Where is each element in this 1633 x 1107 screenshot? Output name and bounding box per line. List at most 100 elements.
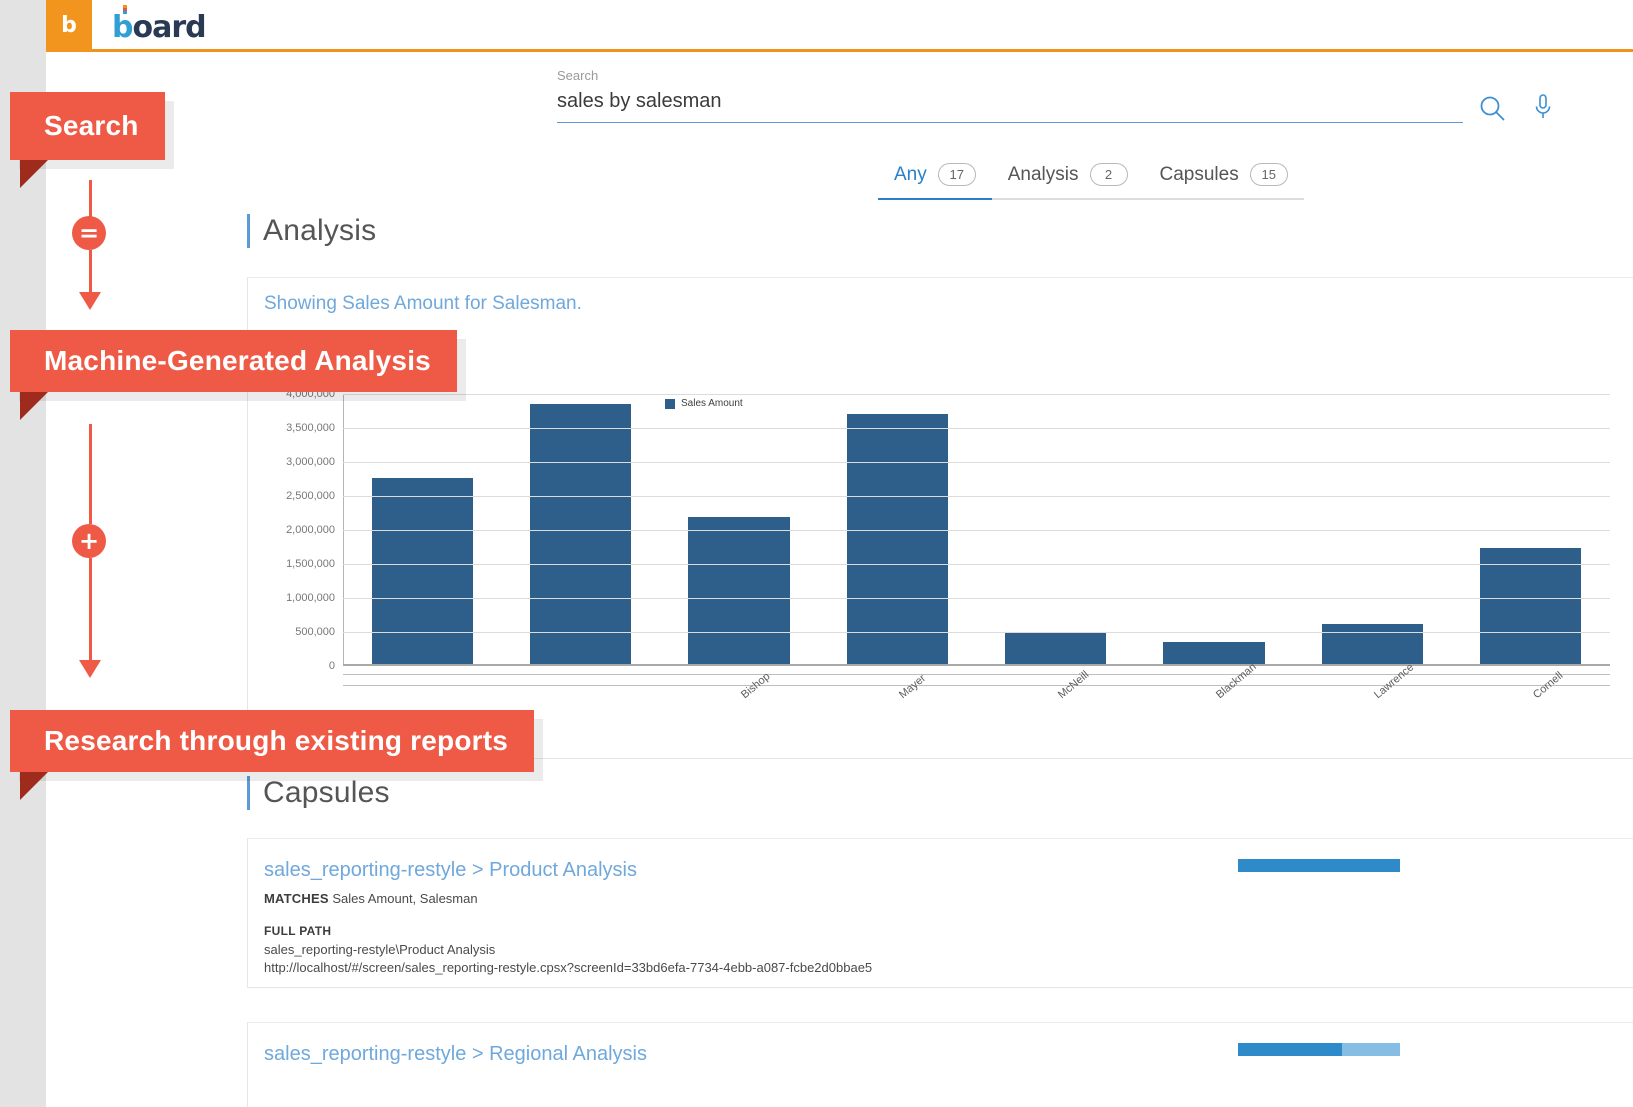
annotation-arrow-line bbox=[89, 424, 92, 524]
chart-x-axis bbox=[343, 664, 1610, 666]
annotation-arrowhead-icon bbox=[79, 660, 101, 678]
annotation-arrow-line bbox=[89, 250, 92, 298]
chart-bar[interactable] bbox=[1480, 548, 1582, 664]
chart-bar[interactable] bbox=[371, 478, 473, 664]
capsule-result-card[interactable]: sales_reporting-restyle > Regional Analy… bbox=[247, 1022, 1633, 1107]
chart-gridline bbox=[343, 394, 1610, 395]
chart-y-tick-label: 2,500,000 bbox=[286, 490, 335, 502]
app-logo-badge[interactable]: b bbox=[46, 0, 92, 52]
chart-gridline bbox=[343, 496, 1610, 497]
microphone-icon[interactable] bbox=[1530, 92, 1556, 122]
chart-y-tick-label: 500,000 bbox=[295, 626, 335, 638]
annotation-fold-icon bbox=[20, 160, 48, 188]
annotation-arrow-line bbox=[89, 558, 92, 666]
chart-x-tick-cell: Mayer bbox=[818, 672, 976, 732]
chart-bar[interactable] bbox=[1005, 633, 1107, 664]
chart-x-tick-cell: Lawrence bbox=[1293, 661, 1451, 732]
annotation-banner-research-text: Research through existing reports bbox=[44, 725, 509, 756]
chart-bars bbox=[343, 394, 1610, 664]
chart-bar-cell bbox=[977, 394, 1135, 664]
result-filter-tabs: Any 17 Analysis 2 Capsules 15 bbox=[878, 163, 1304, 200]
annotation-arrowhead-icon bbox=[79, 292, 101, 310]
chart-bar-cell bbox=[818, 394, 976, 664]
annotation-fold-icon bbox=[20, 772, 48, 800]
chart-y-tick-label: 0 bbox=[328, 660, 335, 672]
plus-badge: + bbox=[72, 524, 106, 558]
plus-badge-glyph: + bbox=[78, 527, 100, 555]
chart-bar[interactable] bbox=[1321, 624, 1424, 664]
tab-any[interactable]: Any 17 bbox=[878, 163, 992, 200]
tab-capsules-label: Capsules bbox=[1159, 163, 1239, 185]
chart-bar-cell bbox=[501, 394, 659, 664]
chart-gridline bbox=[343, 632, 1610, 633]
equals-badge-glyph: = bbox=[78, 219, 100, 247]
chart-gridline bbox=[343, 598, 1610, 599]
annotation-banner-machine-generated-text: Machine-Generated Analysis bbox=[44, 345, 431, 376]
capsule-relevance-segment bbox=[1341, 1043, 1400, 1056]
chart-bar[interactable] bbox=[529, 403, 632, 664]
chart-y-tick-label: 1,000,000 bbox=[286, 592, 335, 604]
chart-x-tick-cell: Blackman bbox=[1135, 661, 1293, 732]
capsule-path: sales_reporting-restyle\Product Analysis bbox=[264, 942, 496, 957]
tab-capsules-count: 15 bbox=[1249, 163, 1288, 186]
capsule-relevance-segment bbox=[1238, 859, 1400, 872]
search-icon[interactable] bbox=[1478, 94, 1506, 122]
search-field-wrapper bbox=[557, 88, 1463, 123]
chart-gridline bbox=[343, 564, 1610, 565]
chart-y-tick-label: 3,000,000 bbox=[286, 456, 335, 468]
chart-gridline bbox=[343, 462, 1610, 463]
tab-analysis-count: 2 bbox=[1089, 163, 1128, 186]
brand-name: board bbox=[112, 9, 207, 45]
analysis-heading-text: Analysis bbox=[263, 214, 377, 247]
capsule-fullpath-label: FULL PATH bbox=[264, 924, 332, 938]
capsule-relevance-meter bbox=[1238, 859, 1400, 872]
equals-badge: = bbox=[72, 216, 106, 250]
brand-dot-icon bbox=[123, 4, 127, 14]
chart-x-tick-cell: Bishop bbox=[660, 670, 818, 732]
heading-accent-bar bbox=[247, 214, 250, 248]
tab-any-label: Any bbox=[894, 163, 927, 185]
chart-gridline bbox=[343, 428, 1610, 429]
chart-bar-cell bbox=[1293, 394, 1451, 664]
chart-plot-area: 0 500,000 1,000,000 1,500,000 2,000,000 2,500… bbox=[286, 388, 1610, 672]
logo-mark: b bbox=[61, 13, 77, 38]
annotation-banner-search-text: Search bbox=[44, 110, 139, 141]
capsule-matches: MATCHES Sales Amount, Salesman bbox=[264, 891, 478, 906]
chart-y-tick-label: 2,000,000 bbox=[286, 524, 335, 536]
chart-bar[interactable] bbox=[688, 516, 790, 664]
chart-gridline bbox=[343, 530, 1610, 531]
tab-analysis[interactable]: Analysis 2 bbox=[991, 163, 1144, 200]
capsules-heading-text: Capsules bbox=[263, 776, 390, 809]
chart-x-tick-cell: Cornell bbox=[1452, 670, 1610, 732]
annotation-fold-icon bbox=[20, 392, 48, 420]
chart-bar[interactable] bbox=[846, 414, 948, 664]
tab-analysis-label: Analysis bbox=[1007, 163, 1079, 185]
capsule-relevance-segment bbox=[1238, 1043, 1342, 1056]
capsule-title-link[interactable]: sales_reporting-restyle > Product Analys… bbox=[264, 859, 637, 882]
top-bar bbox=[46, 0, 1633, 52]
capsule-result-card[interactable]: sales_reporting-restyle > Product Analys… bbox=[247, 838, 1633, 988]
annotation-banner-machine-generated: Machine-Generated Analysis bbox=[10, 330, 457, 420]
chart-x-axis-band bbox=[343, 674, 1610, 686]
capsule-matches-label: MATCHES bbox=[264, 891, 329, 906]
chart-bar-cell bbox=[1452, 394, 1610, 664]
analysis-caption: Showing Sales Amount for Salesman. bbox=[264, 293, 582, 314]
capsule-matches-value: Sales Amount, Salesman bbox=[332, 891, 478, 906]
sales-by-salesman-bar-chart[interactable]: Sales Amount 0 500,000 1,000,000 1,500,000 2… bbox=[270, 386, 1610, 716]
search-input[interactable] bbox=[557, 88, 1463, 123]
tab-capsules[interactable]: Capsules 15 bbox=[1143, 163, 1304, 200]
chart-y-tick-label: 1,500,000 bbox=[286, 558, 335, 570]
chart-y-tick-label: 3,500,000 bbox=[286, 422, 335, 434]
capsule-url: http://localhost/#/screen/sales_reportin… bbox=[264, 960, 873, 975]
capsule-title-link[interactable]: sales_reporting-restyle > Regional Analy… bbox=[264, 1043, 647, 1066]
chart-x-tick-cell: McNeill bbox=[977, 669, 1135, 732]
analysis-section-heading: Analysis bbox=[247, 214, 376, 248]
chart-bar-cell bbox=[343, 394, 501, 664]
chart-bar-cell bbox=[1135, 394, 1293, 664]
capsule-relevance-meter bbox=[1238, 1043, 1400, 1056]
brand-logo: board bbox=[112, 4, 207, 45]
annotation-banner-search: Search bbox=[10, 92, 165, 188]
capsules-section-heading: Capsules bbox=[247, 776, 390, 810]
tab-any-count: 17 bbox=[937, 163, 976, 186]
heading-accent-bar bbox=[247, 776, 250, 810]
